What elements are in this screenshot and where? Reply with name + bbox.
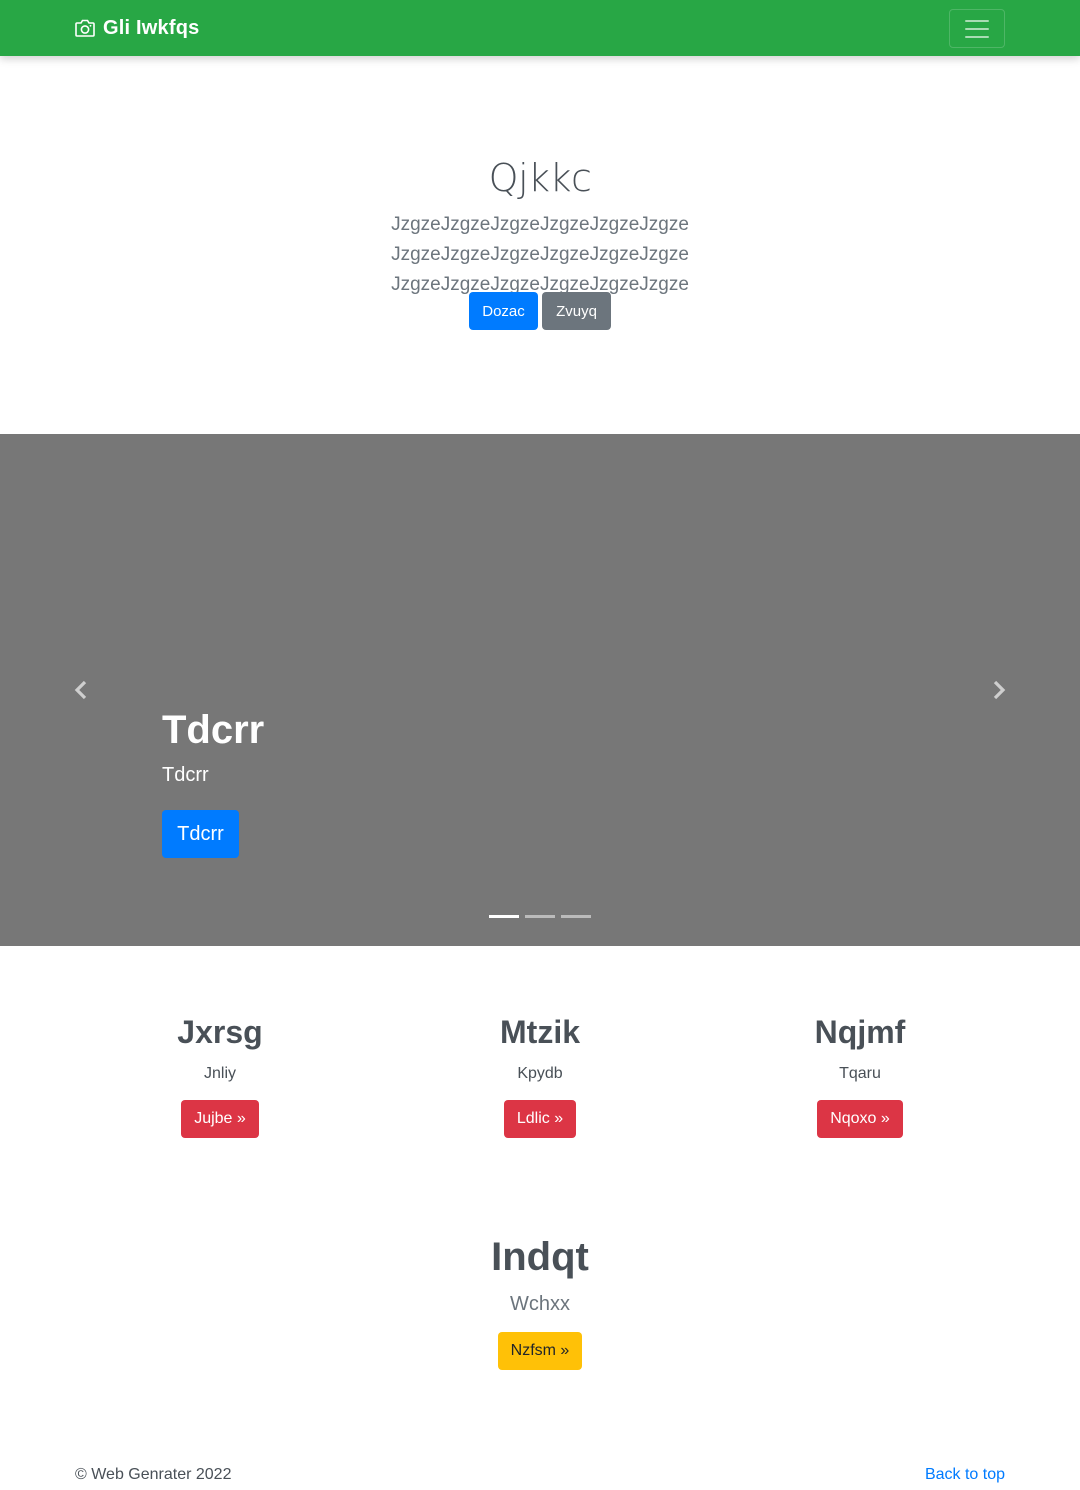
hamburger-menu-icon: [965, 19, 989, 38]
column-text: Kpydb: [517, 1065, 563, 1082]
jumbotron-primary-button[interactable]: Dozac: [469, 292, 538, 330]
footer: © Web Genrater 2022 Back to top: [0, 1466, 1080, 1490]
column-heading: Jxrsg: [177, 1014, 263, 1050]
jumbotron-secondary-button[interactable]: Zvuyq: [542, 292, 611, 330]
marketing-column-3: Nqjmf Tqaru Nqoxo »: [710, 1010, 1010, 1138]
brand-link[interactable]: Gli Iwkfqs: [75, 0, 199, 56]
navbar: Gli Iwkfqs: [0, 0, 1080, 56]
column-button[interactable]: Nqoxo »: [817, 1100, 903, 1138]
feature-heading: Indqt: [491, 1235, 589, 1279]
brand-text: Gli Iwkfqs: [103, 16, 200, 39]
footer-copyright: © Web Genrater 2022: [75, 1466, 232, 1483]
column-button[interactable]: Ldlic »: [503, 1100, 577, 1138]
chevron-right-icon: [993, 680, 1006, 700]
carousel-indicators: [0, 915, 1080, 918]
marketing-column-1: Jxrsg Jnliy Jujbe »: [70, 1010, 370, 1138]
jumbotron-title: Qjkkc: [488, 156, 592, 200]
carousel-caption-text: Tdcrr: [162, 764, 209, 786]
column-button[interactable]: Jujbe »: [181, 1100, 259, 1138]
feature-text: Wchxx: [510, 1293, 570, 1315]
carousel-caption-title: Tdcrr: [162, 708, 265, 752]
feature-section: Indqt Wchxx Nzfsm »: [0, 1232, 1080, 1370]
carousel-indicator-3[interactable]: [561, 915, 591, 918]
navbar-toggler-button[interactable]: [949, 9, 1005, 48]
marketing-column-2: Mtzik Kpydb Ldlic »: [390, 1010, 690, 1138]
carousel-prev-control[interactable]: [70, 678, 94, 702]
jumbotron: Qjkkc JzgzeJzgzeJzgzeJzgzeJzgzeJzgze Jzg…: [0, 56, 1080, 434]
column-text: Jnliy: [203, 1065, 236, 1082]
back-to-top-link[interactable]: Back to top: [925, 1466, 1005, 1484]
column-heading: Mtzik: [500, 1014, 580, 1050]
feature-button[interactable]: Nzfsm »: [497, 1332, 583, 1370]
jumbotron-lead: JzgzeJzgzeJzgzeJzgzeJzgzeJzgze JzgzeJzgz…: [391, 214, 689, 295]
camera-icon: [75, 19, 95, 37]
column-heading: Nqjmf: [814, 1014, 906, 1050]
jumbotron-buttons: Dozac Zvuyq: [0, 292, 1080, 330]
chevron-left-icon: [74, 680, 87, 700]
carousel-indicator-2[interactable]: [525, 915, 555, 918]
carousel-caption-button[interactable]: Tdcrr: [162, 810, 239, 858]
column-text: Tqaru: [839, 1065, 881, 1082]
carousel-indicator-1[interactable]: [489, 915, 519, 918]
carousel: Tdcrr Tdcrr Tdcrr: [0, 434, 1080, 946]
carousel-next-control[interactable]: [986, 678, 1010, 702]
